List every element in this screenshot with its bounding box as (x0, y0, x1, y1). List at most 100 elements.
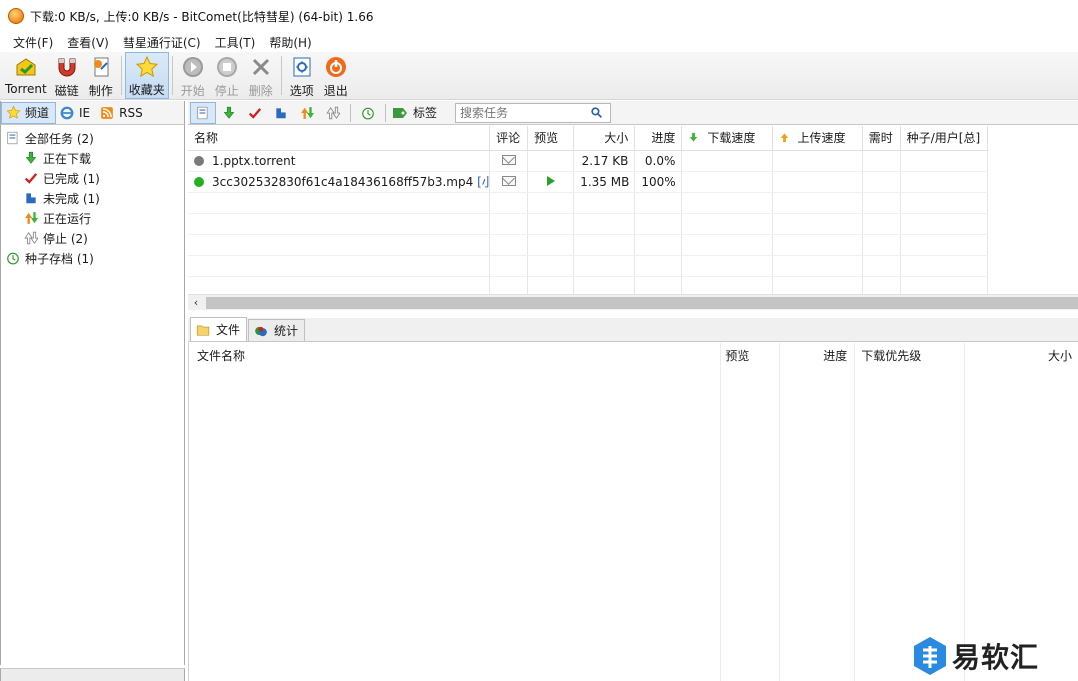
tag-button[interactable]: 标签 (392, 104, 437, 121)
column-header-seeds-peers[interactable]: 种子/用户[总] (900, 126, 989, 151)
download-arrow-icon (223, 106, 235, 119)
task-size: 2.17 KB (573, 150, 636, 172)
filter-completed-button[interactable] (242, 102, 268, 124)
incomplete-icon (23, 190, 39, 206)
task-row[interactable]: 3cc302532830f61c4a18436168ff57b3.mp4 [小.… (188, 171, 989, 193)
task-preview-cell[interactable] (527, 171, 575, 193)
menu-file[interactable]: 文件(F) (6, 34, 60, 51)
file-column-priority[interactable]: 下载优先级 (853, 343, 963, 365)
delete-icon (248, 54, 274, 80)
tab-channel[interactable]: 频道 (1, 101, 57, 124)
task-toolbar: 标签 (188, 101, 1078, 125)
tab-files-label: 文件 (216, 323, 241, 337)
task-name-cell: 3cc302532830f61c4a18436168ff57b3.mp4 [小.… (188, 171, 491, 193)
start-button[interactable]: 开始 (176, 52, 210, 99)
tree-item-stopped[interactable]: 停止 (2) (1, 228, 184, 248)
toolbar-separator (120, 56, 122, 95)
task-upload-speed (772, 171, 863, 193)
tree-item-running[interactable]: 正在运行 (1, 208, 184, 228)
task-list-view-button[interactable] (190, 101, 216, 124)
start-label: 开始 (180, 84, 205, 98)
tree-item-archive[interactable]: 种子存档 (1) (1, 248, 184, 268)
stopped-arrows-icon (326, 106, 340, 119)
task-list-horizontal-scrollbar[interactable]: ‹ (188, 294, 1078, 310)
task-row[interactable]: 1.pptx.torrent 2.17 KB 0.0% (188, 150, 989, 172)
task-table-header: 名称 评论 预览 大小 进度 下载速度 上传速度 需时 种子/用户[总] (188, 126, 989, 151)
filter-incomplete-button[interactable] (268, 102, 294, 124)
tree-item-incomplete[interactable]: 未完成 (1) (1, 188, 184, 208)
menu-passport[interactable]: 彗星通行证(C) (116, 34, 208, 51)
tree-item-downloading[interactable]: 正在下载 (1, 148, 184, 168)
magnet-label: 磁链 (54, 84, 79, 98)
column-header-name[interactable]: 名称 (188, 126, 491, 151)
detail-tabs: 文件 统计 (188, 317, 1078, 342)
filter-downloading-button[interactable] (216, 102, 242, 124)
ie-icon (59, 105, 75, 121)
scroll-left-icon[interactable]: ‹ (188, 295, 204, 311)
menu-view[interactable]: 查看(V) (60, 34, 116, 51)
file-column-progress[interactable]: 进度 (778, 343, 853, 365)
stopped-arrows-icon (23, 230, 39, 246)
tab-rss[interactable]: RSS (96, 102, 149, 124)
toolbar-separator (171, 56, 173, 95)
toolbar-separator (350, 103, 351, 122)
task-seeds-peers (900, 171, 989, 193)
task-list-icon (197, 106, 208, 119)
tree-item-running-label: 正在运行 (43, 211, 92, 226)
archive-icon (362, 107, 374, 119)
menu-bar: 文件(F) 查看(V) 彗星通行证(C) 工具(T) 帮助(H) (0, 32, 1078, 52)
column-header-time-left[interactable]: 需时 (862, 126, 901, 151)
tree-item-all[interactable]: 全部任务 (2) (1, 128, 184, 148)
tab-files[interactable]: 文件 (190, 317, 248, 341)
delete-button[interactable]: 删除 (244, 52, 278, 99)
task-table: 名称 评论 预览 大小 进度 下载速度 上传速度 需时 种子/用户[总] 1.p… (188, 126, 989, 296)
filter-running-button[interactable] (294, 102, 320, 124)
tag-label: 标签 (413, 106, 438, 120)
column-header-progress[interactable]: 进度 (634, 126, 683, 151)
options-label: 选项 (289, 84, 314, 98)
file-column-name[interactable]: 文件名称 (189, 343, 719, 365)
magnet-button[interactable]: 磁链 (50, 52, 84, 99)
stop-label: 停止 (214, 84, 239, 98)
file-list-header: 文件名称 预览 进度 下载优先级 大小 (189, 343, 1078, 365)
column-header-upload-speed[interactable]: 上传速度 (772, 126, 863, 151)
exit-button[interactable]: 退出 (319, 52, 353, 99)
column-header-comment[interactable]: 评论 (489, 126, 529, 151)
column-header-preview[interactable]: 预览 (527, 126, 575, 151)
task-comment-cell[interactable] (489, 171, 529, 193)
tab-ie[interactable]: IE (56, 102, 96, 124)
column-header-size[interactable]: 大小 (573, 126, 636, 151)
file-list: 文件名称 预览 进度 下载优先级 大小 (188, 343, 1078, 681)
task-time-left (862, 171, 901, 193)
sidebar: 频道 IE RSS 全部任务 (2) 正在下载 已完成 (1) 未完成 (1) … (0, 101, 185, 665)
power-icon (323, 54, 349, 80)
stop-button[interactable]: 停止 (210, 52, 244, 99)
tab-stats-label: 统计 (274, 324, 299, 338)
star-icon (5, 105, 21, 121)
search-icon[interactable] (590, 106, 603, 119)
tree-item-completed[interactable]: 已完成 (1) (1, 168, 184, 188)
task-progress: 0.0% (634, 150, 683, 172)
task-download-speed (681, 150, 773, 172)
tab-stats[interactable]: 统计 (248, 319, 306, 341)
make-torrent-button[interactable]: 制作 (84, 52, 118, 99)
torrent-button[interactable]: Torrent (2, 52, 50, 99)
filter-archive-button[interactable] (355, 102, 381, 124)
file-column-size[interactable]: 大小 (963, 343, 1078, 365)
menu-help[interactable]: 帮助(H) (262, 34, 318, 51)
task-upload-speed (772, 150, 863, 172)
task-seeds-peers (900, 150, 989, 172)
file-column-preview[interactable]: 预览 (719, 343, 778, 365)
task-search-input[interactable] (460, 105, 591, 120)
task-list-icon (5, 130, 21, 146)
scrollbar-thumb[interactable] (206, 296, 1078, 309)
rss-icon (99, 105, 115, 121)
favorites-button[interactable]: 收藏夹 (124, 52, 169, 99)
menu-tools[interactable]: 工具(T) (208, 34, 263, 51)
column-header-download-speed[interactable]: 下载速度 (681, 126, 773, 151)
options-button[interactable]: 选项 (285, 52, 319, 99)
filter-stopped-button[interactable] (320, 102, 346, 124)
tree-item-stopped-label: 停止 (2) (43, 231, 88, 246)
task-comment-cell[interactable] (489, 150, 529, 172)
watermark-text: 易软汇 (952, 641, 1040, 674)
